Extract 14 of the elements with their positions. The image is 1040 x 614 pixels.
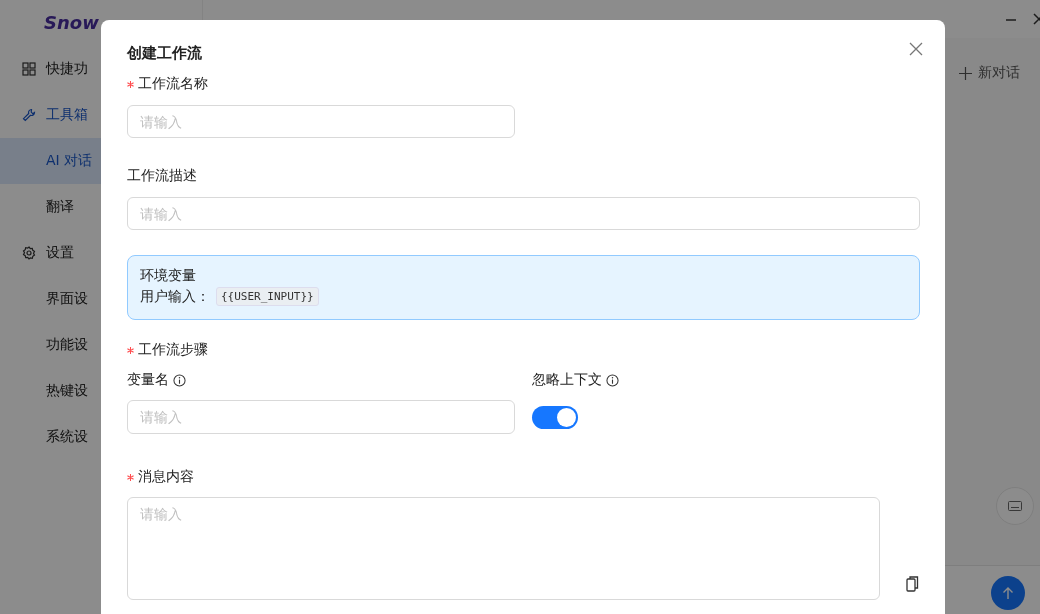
- sidebar-label: 快捷功: [46, 60, 88, 78]
- info-title: 环境变量: [140, 267, 197, 285]
- variable-code: {{USER_INPUT}}: [216, 287, 319, 306]
- variable-label: 用户输入：: [140, 287, 210, 306]
- sidebar-label: 设置: [46, 244, 74, 262]
- app-logo: Snow: [43, 11, 100, 35]
- dialog-title: 创建工作流: [127, 44, 202, 63]
- field-label: 工作流描述: [127, 167, 197, 185]
- field-label: 工作流名称: [138, 75, 208, 93]
- field-label: 忽略上下文: [532, 371, 602, 389]
- field-label: 变量名: [127, 371, 169, 389]
- field-label: 消息内容: [138, 468, 194, 486]
- sidebar-label: 工具箱: [46, 106, 88, 124]
- field-label: 工作流步骤: [138, 341, 208, 359]
